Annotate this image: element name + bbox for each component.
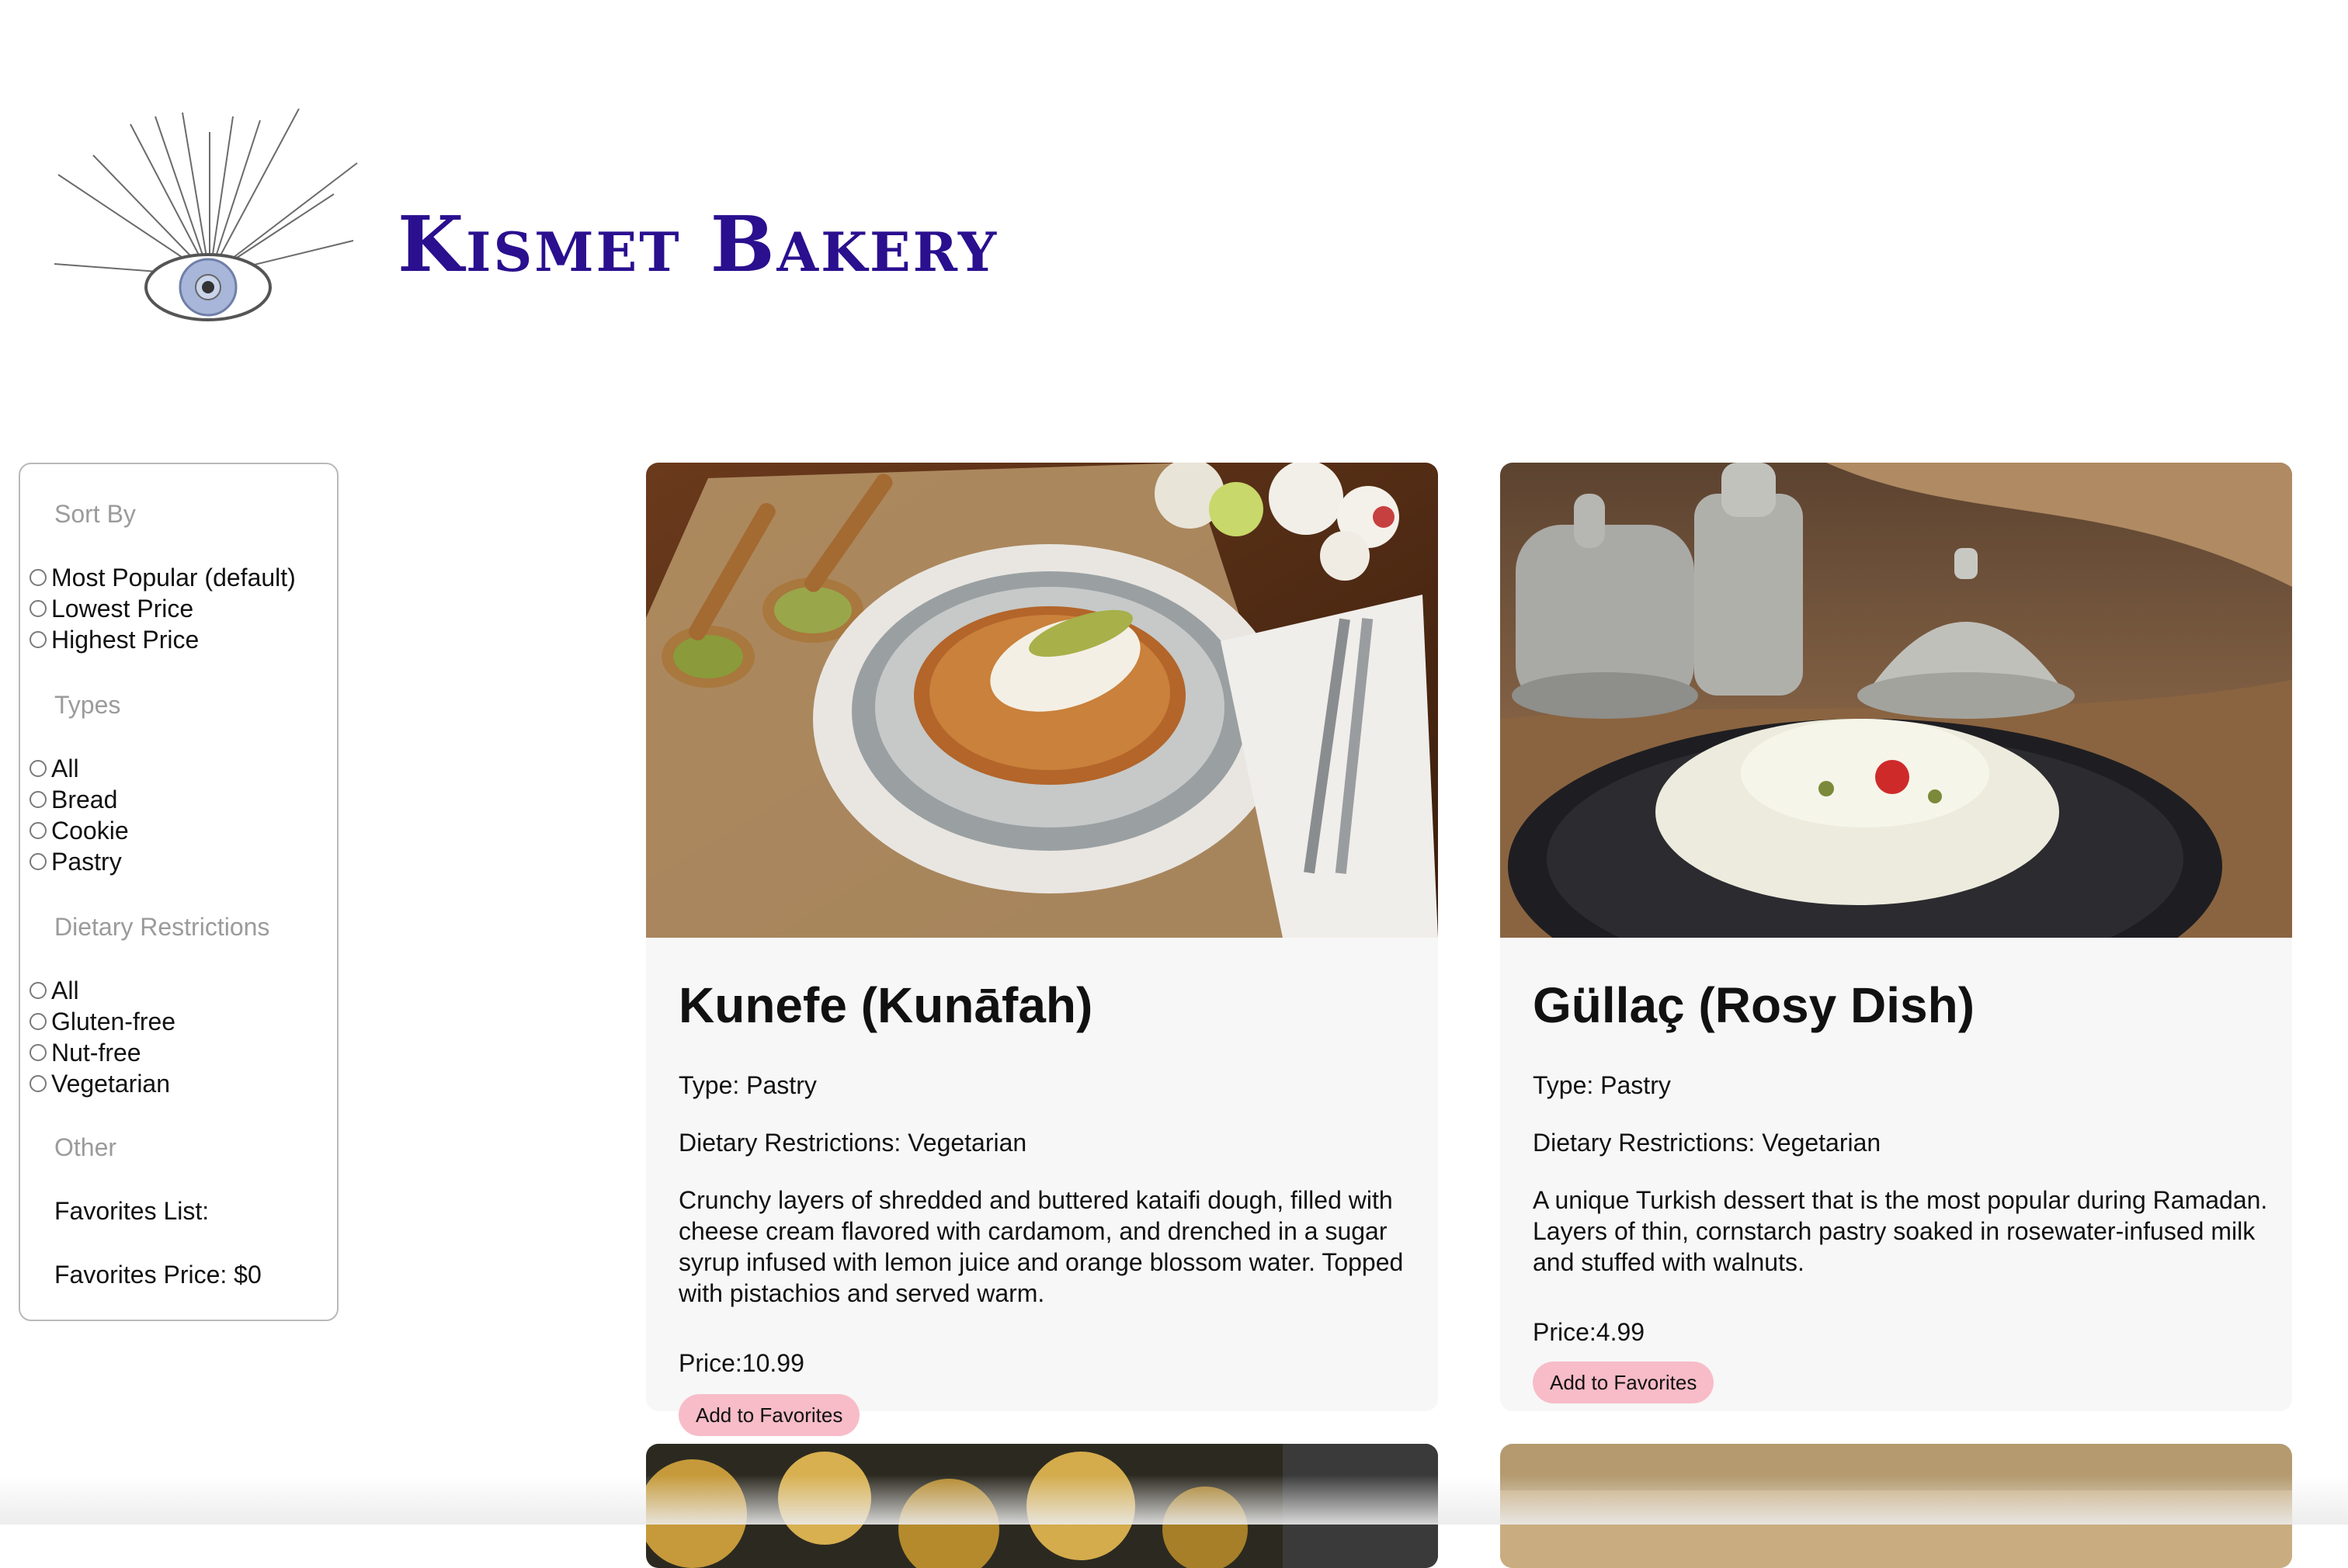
radio-icon[interactable] — [30, 1013, 47, 1030]
site-header: Kismet Bakery — [0, 0, 2348, 435]
add-to-favorites-button[interactable]: Add to Favorites — [1533, 1362, 1714, 1403]
radio-icon[interactable] — [30, 1075, 47, 1092]
types-heading: Types — [54, 691, 121, 719]
scroll-fade — [0, 1475, 2348, 1525]
dietary-all-option[interactable]: All — [30, 978, 79, 1003]
other-heading: Other — [54, 1133, 117, 1161]
sort-lowest-price-option[interactable]: Lowest Price — [30, 596, 193, 621]
radio-icon[interactable] — [30, 791, 47, 808]
dietary-gluten-free-option[interactable]: Gluten-free — [30, 1009, 175, 1034]
product-title: Kunefe (Kunāfah) — [679, 977, 1093, 1033]
product-price: Price:10.99 — [679, 1349, 804, 1377]
dietary-nut-free-option[interactable]: Nut-free — [30, 1040, 141, 1065]
favorites-price-label: Favorites Price: $0 — [54, 1261, 262, 1289]
gullac-photo — [1500, 463, 2292, 938]
dietary-vegetarian-option[interactable]: Vegetarian — [30, 1071, 170, 1096]
radio-icon[interactable] — [30, 760, 47, 777]
product-dietary: Dietary Restrictions: Vegetarian — [1533, 1129, 1881, 1157]
type-bread-option[interactable]: Bread — [30, 787, 117, 812]
sort-by-heading: Sort By — [54, 500, 136, 528]
sort-highest-price-option[interactable]: Highest Price — [30, 627, 199, 652]
radio-icon[interactable] — [30, 1044, 47, 1061]
product-type: Type: Pastry — [1533, 1071, 1671, 1099]
product-card: Kunefe (Kunāfah) Type: Pastry Dietary Re… — [646, 463, 1438, 1436]
product-dietary: Dietary Restrictions: Vegetarian — [679, 1129, 1027, 1157]
radio-icon[interactable] — [30, 982, 47, 999]
type-all-option[interactable]: All — [30, 756, 79, 781]
product-description: A unique Turkish dessert that is the mos… — [1533, 1186, 2268, 1276]
dietary-heading: Dietary Restrictions — [54, 913, 270, 941]
radio-icon[interactable] — [30, 569, 47, 586]
radio-icon[interactable] — [30, 822, 47, 839]
filter-sidebar: Sort By Most Popular (default) Lowest Pr… — [19, 463, 339, 1321]
product-title: Güllaç (Rosy Dish) — [1533, 977, 1975, 1033]
radio-icon[interactable] — [30, 853, 47, 870]
radio-icon[interactable] — [30, 600, 47, 617]
brand-title: Kismet Bakery — [398, 200, 999, 290]
product-type: Type: Pastry — [679, 1071, 817, 1099]
radio-icon[interactable] — [30, 631, 47, 648]
type-pastry-option[interactable]: Pastry — [30, 849, 122, 874]
favorites-list-label: Favorites List: — [54, 1197, 210, 1225]
product-card: Güllaç (Rosy Dish) Type: Pastry Dietary … — [1500, 463, 2292, 1411]
product-price: Price:4.99 — [1533, 1318, 1645, 1346]
kunefe-photo — [646, 463, 1438, 938]
type-cookie-option[interactable]: Cookie — [30, 818, 129, 843]
add-to-favorites-button[interactable]: Add to Favorites — [679, 1394, 860, 1436]
evil-eye-icon — [54, 109, 358, 321]
sort-most-popular-option[interactable]: Most Popular (default) — [30, 565, 296, 590]
product-description: Crunchy layers of shredded and buttered … — [679, 1186, 1404, 1307]
